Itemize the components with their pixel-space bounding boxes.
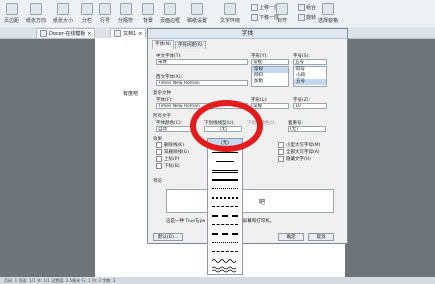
send-backward-icon [251,14,258,21]
tab-docer-templates[interactable]: Docer-在线模板 × [36,28,96,38]
document-text[interactable]: 有度吧 [123,90,138,97]
style-list[interactable]: 常规 倾斜 加粗 [251,66,289,87]
group-button[interactable]: 组合 [298,4,316,11]
complex-style-select[interactable]: 常规 [251,103,289,109]
docer-icon [40,30,47,37]
underline-option-thick-dash-dot[interactable] [208,229,242,238]
small-caps-checkbox[interactable]: 小型大写字母(M) [278,142,320,148]
margins-icon [5,3,18,15]
tab-document1[interactable]: 文档1 × [110,28,147,38]
bring-forward-button[interactable]: 上移一层 [251,4,279,11]
superscript-checkbox[interactable]: 上标(P) [156,156,179,162]
underline-option-double[interactable] [208,166,242,175]
selection-pane-icon [322,3,334,15]
send-backward-button[interactable]: 下移一层 [251,14,279,21]
breaks-button[interactable]: 分隔符 [118,1,133,26]
rotate-icon [298,14,305,21]
underline-option-thick-dotted[interactable] [208,193,242,202]
line-numbers-button[interactable]: 行号 [99,1,111,26]
cn-font-select[interactable]: 宋体 [156,59,248,65]
list-item[interactable]: 五号 [294,79,326,85]
underline-option-double-wave[interactable] [208,265,242,274]
underline-style-dropdown[interactable]: (无) [207,138,243,275]
underline-option-thick[interactable] [208,175,242,184]
list-item[interactable]: 加粗 [252,79,288,85]
columns-button[interactable]: 分栏 [81,1,93,26]
preview-group-label: 预览 [153,179,162,184]
background-button[interactable]: 背景 [142,1,154,26]
align-icon [276,3,288,15]
breaks-icon [119,3,132,15]
underline-option-words[interactable] [208,157,242,166]
double-strikethrough-checkbox[interactable]: 双删除线(G) [156,149,189,155]
cancel-button[interactable]: 取消 [308,233,334,241]
background-icon [142,3,154,15]
line-numbers-icon [99,3,111,15]
strikethrough-checkbox[interactable]: 删除线(K) [156,142,184,148]
paper-size-button[interactable]: 纸张大小 [53,1,73,26]
west-font-select[interactable]: Times New Roman [156,80,248,86]
columns-icon [81,3,93,15]
selection-pane-button[interactable]: 选择窗格 [318,1,338,26]
status-bar: 页码: 1 页面: 1/1 节: 1/1 设置值: 2.5厘米 行: 1 列: … [0,277,435,284]
text-wrap-button[interactable]: 文字环绕 [220,1,240,26]
paper-size-icon [57,3,69,15]
underline-option-dash-dot-dot[interactable] [208,238,242,247]
default-button[interactable]: 默认(D)... [153,233,183,241]
double-wave-line-icon [212,266,237,273]
complex-size-select[interactable]: 10 [293,103,327,109]
preview-text: 吧 [259,199,266,206]
manuscript-icon [191,3,203,15]
complex-group-label: 复杂文种 [153,91,171,96]
all-caps-checkbox[interactable]: 全部大写字母(A) [278,149,320,155]
underline-option-dashed[interactable] [208,202,242,211]
page-border-button[interactable]: 页面边框 [160,1,180,26]
close-icon[interactable]: × [138,31,142,37]
subscript-checkbox[interactable]: 下标(B) [156,163,180,169]
size-input[interactable]: 五号 [293,59,327,65]
underline-option-long-dash[interactable] [208,247,242,256]
underline-option-wave[interactable] [208,256,242,265]
text-wrap-icon [224,3,236,15]
all-text-group-label: 所有文字 [153,114,171,119]
tab-char-spacing[interactable]: 字符间距(R) [175,41,206,49]
underline-option-thick-dashed[interactable] [208,211,242,220]
manuscript-setup-button[interactable]: 稿纸设置 [187,1,207,26]
dialog-title: 字体 [148,29,347,39]
wave-line-icon [212,259,237,263]
hidden-checkbox[interactable]: 隐藏文字(H) [278,156,311,162]
ribbon-toolbar: 页边距 纸张方向 纸张大小 分栏 行号 分隔符 背景 页面边框 稿纸设置 文字环… [0,0,435,28]
orientation-button[interactable]: 纸张方向 [26,1,46,26]
ok-button[interactable]: 确定 [278,233,304,241]
margins-button[interactable]: 页边距 [4,1,19,26]
close-icon[interactable]: × [87,31,91,37]
underline-option-dotted[interactable] [208,184,242,193]
bring-forward-icon [251,4,258,11]
align-button[interactable]: 对齐 [276,1,288,26]
orientation-icon [30,3,42,15]
tab-font[interactable]: 字体(N) [152,40,174,49]
emphasis-select[interactable]: (无) [288,126,326,132]
underline-option-dash-dot[interactable] [208,220,242,229]
style-input[interactable]: 常规 [251,59,289,65]
red-annotation-circle [190,100,263,152]
preview-box: 吧 [166,189,334,213]
size-list[interactable]: 四号 小四 五号 [293,66,327,87]
group-icon [298,4,305,11]
rotate-button[interactable]: 旋转 [298,14,316,21]
page-border-icon [164,3,176,15]
document-icon [114,30,121,37]
